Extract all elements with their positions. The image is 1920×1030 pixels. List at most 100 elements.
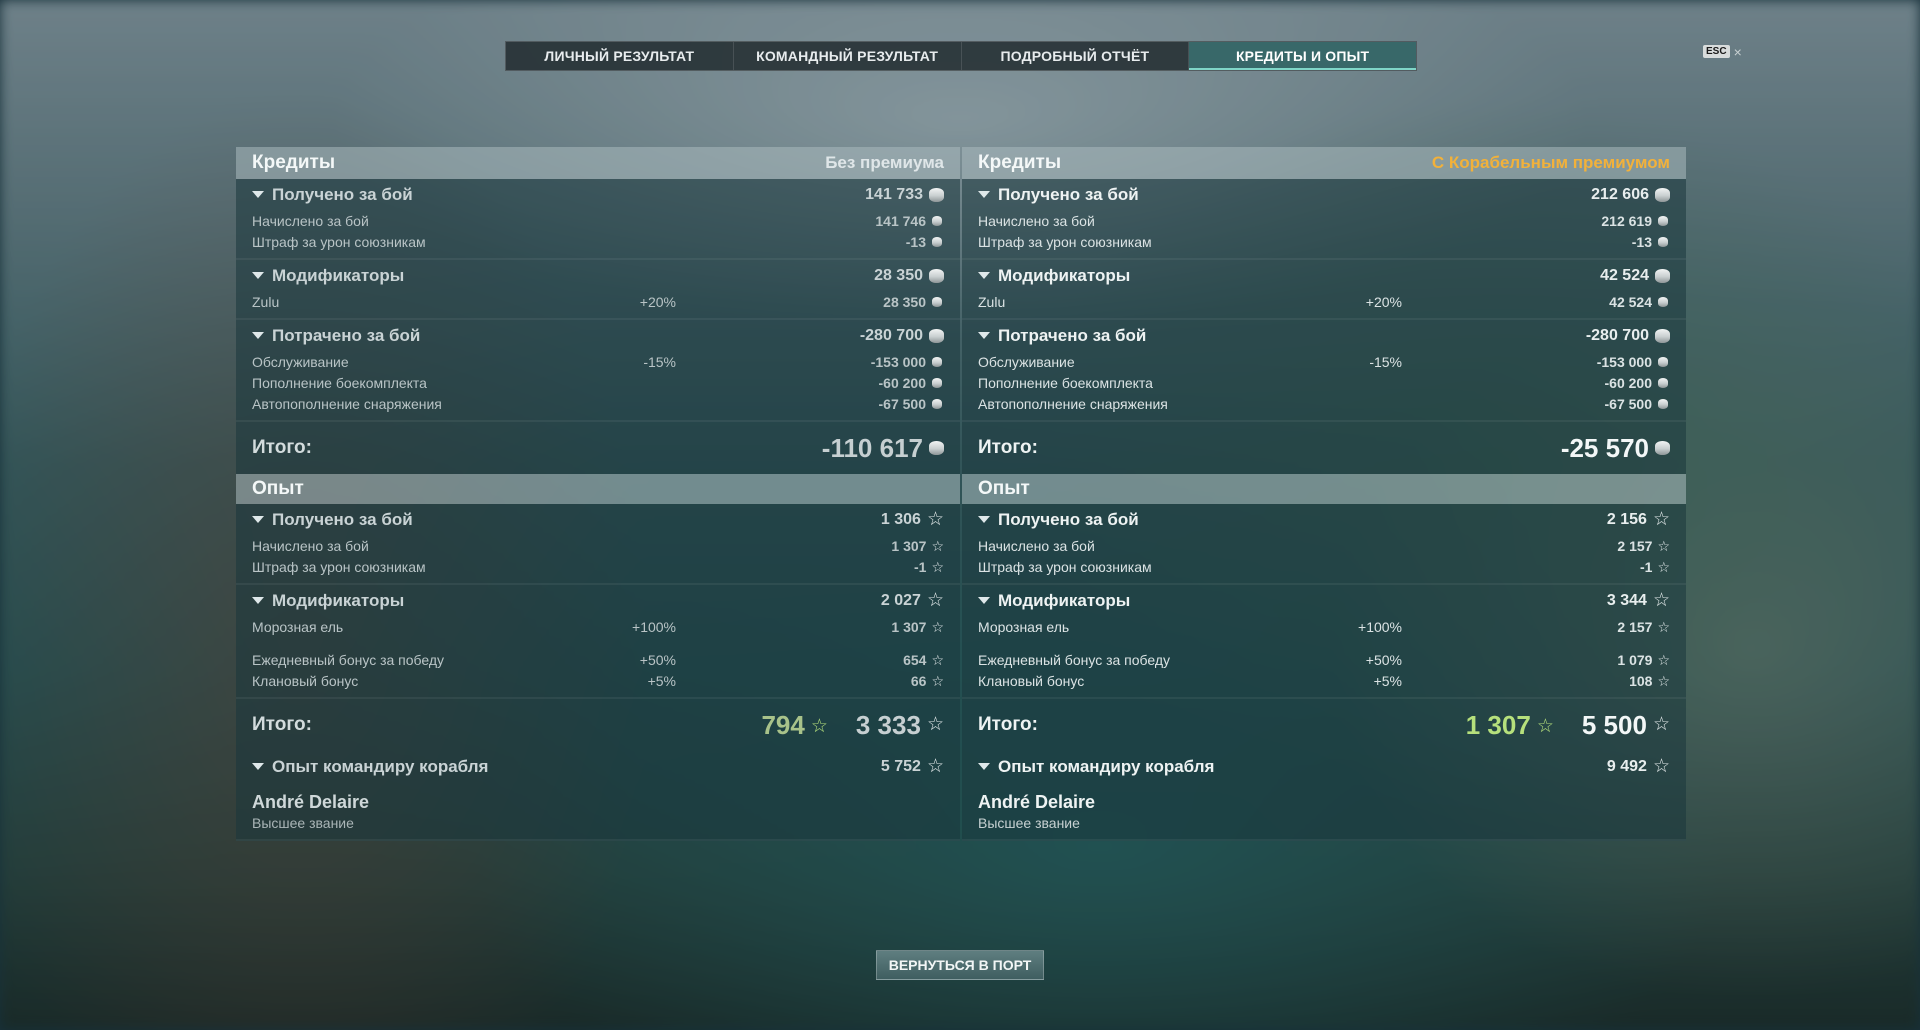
list-item: Клановый бонус +5% 66 ☆ xyxy=(236,670,960,691)
credits-spent-block: Потрачено за бой -280 700 Обслуживание -… xyxy=(236,320,960,422)
xp-modifiers-value: 2 027 xyxy=(880,591,921,609)
credits-coin-icon xyxy=(1658,215,1668,226)
xp-star-icon: ☆ xyxy=(1652,508,1670,530)
earned-value: 212 606 xyxy=(1591,185,1649,203)
row-label: Обслуживание xyxy=(252,353,349,370)
commander-xp-group-header[interactable]: Опыт командиру корабля 9 492 ☆ xyxy=(962,751,1686,782)
credits-coin-icon xyxy=(929,268,944,283)
credits-coin-icon xyxy=(1658,296,1668,307)
commander-name: André Delaire xyxy=(978,792,1096,812)
list-item: Штраф за урон союзникам -13 xyxy=(962,231,1686,252)
credits-total-label: Итого: xyxy=(978,437,1038,458)
commander-xp-group-header[interactable]: Опыт командиру корабля 5 752 ☆ xyxy=(236,751,960,782)
esc-close-button[interactable]: ESC × xyxy=(1703,43,1742,60)
credits-coin-icon xyxy=(1655,268,1670,283)
row-label: Морозная ель xyxy=(978,618,1070,635)
xp-earned-value: 2 156 xyxy=(1606,510,1647,528)
credits-total-row: Итого: -25 570 xyxy=(962,422,1686,474)
credits-coin-icon xyxy=(1658,356,1668,367)
xp-star-icon: ☆ xyxy=(1657,672,1670,689)
xp-star-icon: ☆ xyxy=(926,589,944,611)
modifiers-value: 28 350 xyxy=(874,266,923,284)
list-item: Морозная ель +100% 1 307 ☆ xyxy=(236,616,960,637)
credits-subtitle: Без премиума xyxy=(825,153,944,172)
credits-coin-icon xyxy=(932,215,942,226)
modifiers-label: Модификаторы xyxy=(998,265,1131,285)
row-label: Автопополнение снаряжения xyxy=(978,395,1168,412)
credits-earned-block: Получено за бой 212 606 Начислено за бой… xyxy=(962,179,1686,260)
xp-header: Опыт xyxy=(962,474,1686,504)
row-percent: +5% xyxy=(647,672,676,689)
tab-detailed-report[interactable]: ПОДРОБНЫЙ ОТЧЁТ xyxy=(962,42,1190,70)
credits-coin-icon xyxy=(932,398,942,409)
list-item: Пополнение боекомплекта -60 200 xyxy=(962,372,1686,393)
credits-coin-icon xyxy=(1658,236,1668,247)
row-value: -13 xyxy=(905,233,926,250)
xp-earned-label: Получено за бой xyxy=(272,509,413,529)
triangle-down-icon xyxy=(252,597,264,604)
triangle-down-icon xyxy=(252,332,264,339)
row-label: Ежедневный бонус за победу xyxy=(252,651,445,668)
commander-name: André Delaire xyxy=(252,792,370,812)
modifiers-group-header[interactable]: Модификаторы 42 524 xyxy=(962,260,1686,291)
return-to-port-button[interactable]: ВЕРНУТЬСЯ В ПОРТ xyxy=(876,950,1044,980)
xp-earned-group-header[interactable]: Получено за бой 1 306 ☆ xyxy=(236,504,960,535)
credits-coin-icon xyxy=(932,356,942,367)
xp-title: Опыт xyxy=(252,478,304,499)
tab-personal-result[interactable]: ЛИЧНЫЙ РЕЗУЛЬТАТ xyxy=(506,42,734,70)
row-percent: +100% xyxy=(632,618,676,635)
credits-coin-icon xyxy=(1655,441,1670,455)
triangle-down-icon xyxy=(978,272,990,279)
spent-group-header[interactable]: Потрачено за бой -280 700 xyxy=(962,320,1686,351)
list-item: Начислено за бой 141 746 xyxy=(236,210,960,231)
xp-earned-group-header[interactable]: Получено за бой 2 156 ☆ xyxy=(962,504,1686,535)
list-item: Ежедневный бонус за победу +50% 1 079 ☆ xyxy=(962,649,1686,670)
xp-star-icon: ☆ xyxy=(1657,537,1670,554)
list-item: Автопополнение снаряжения -67 500 xyxy=(236,393,960,414)
row-label: Штраф за урон союзникам xyxy=(252,233,426,250)
row-percent: +20% xyxy=(1365,293,1402,310)
xp-star-icon: ☆ xyxy=(926,755,944,777)
row-label: Пополнение боекомплекта xyxy=(252,374,427,391)
close-icon: × xyxy=(1733,43,1742,60)
credits-modifiers-block: Модификаторы 42 524 Zulu +20% 42 524 xyxy=(962,260,1686,320)
earned-group-header[interactable]: Получено за бой 212 606 xyxy=(962,179,1686,210)
credits-coin-icon xyxy=(932,236,942,247)
xp-earned-block: Получено за бой 1 306 ☆ Начислено за бой… xyxy=(236,504,960,585)
xp-star-icon: ☆ xyxy=(931,537,944,554)
xp-star-icon: ☆ xyxy=(926,508,944,530)
triangle-down-icon xyxy=(978,597,990,604)
tab-team-result[interactable]: КОМАНДНЫЙ РЕЗУЛЬТАТ xyxy=(734,42,962,70)
row-label: Штраф за урон союзникам xyxy=(252,558,426,575)
list-item: Морозная ель +100% 2 157 ☆ xyxy=(962,616,1686,637)
row-label: Начислено за бой xyxy=(978,212,1095,229)
list-item: Пополнение боекомплекта -60 200 xyxy=(236,372,960,393)
tab-credits-and-xp[interactable]: КРЕДИТЫ И ОПЫТ xyxy=(1189,42,1416,70)
credits-header: Кредиты С Корабельным премиумом xyxy=(962,147,1686,179)
xp-earned-value: 1 306 xyxy=(880,510,921,528)
spent-value: -280 700 xyxy=(1585,326,1649,344)
credits-coin-icon xyxy=(932,377,942,388)
triangle-down-icon xyxy=(978,191,990,198)
row-label: Начислено за бой xyxy=(252,212,369,229)
row-percent: +50% xyxy=(639,651,676,668)
commander-xp-label: Опыт командиру корабля xyxy=(272,756,489,776)
xp-star-icon: ☆ xyxy=(926,714,944,735)
list-item: Автопополнение снаряжения -67 500 xyxy=(962,393,1686,414)
list-item: Штраф за урон союзникам -1 ☆ xyxy=(236,556,960,577)
row-value: 141 746 xyxy=(875,212,926,229)
spent-group-header[interactable]: Потрачено за бой -280 700 xyxy=(236,320,960,351)
xp-modifiers-group-header[interactable]: Модификаторы 3 344 ☆ xyxy=(962,585,1686,616)
credits-coin-icon xyxy=(1655,328,1670,343)
xp-modifiers-group-header[interactable]: Модификаторы 2 027 ☆ xyxy=(236,585,960,616)
triangle-down-icon xyxy=(252,191,264,198)
earned-group-header[interactable]: Получено за бой 141 733 xyxy=(236,179,960,210)
list-item: Обслуживание -15% -153 000 xyxy=(236,351,960,372)
list-item: Клановый бонус +5% 108 ☆ xyxy=(962,670,1686,691)
no-premium-panel: Кредиты Без премиума Получено за бой 141… xyxy=(236,147,960,841)
xp-header: Опыт xyxy=(236,474,960,504)
credits-title: Кредиты xyxy=(978,152,1062,173)
modifiers-group-header[interactable]: Модификаторы 28 350 xyxy=(236,260,960,291)
spent-label: Потрачено за бой xyxy=(272,325,421,345)
commander-xp-label: Опыт командиру корабля xyxy=(998,756,1215,776)
